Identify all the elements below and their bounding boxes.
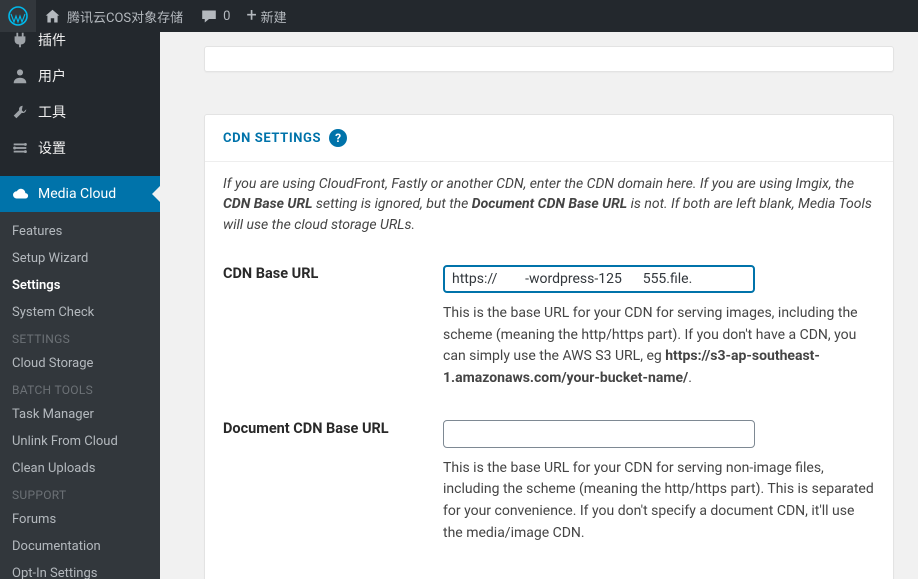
comments-count: 0	[223, 9, 230, 24]
submenu-features[interactable]: Features	[0, 218, 160, 245]
sidebar-label: Media Cloud	[38, 186, 116, 202]
tools-icon	[10, 102, 30, 122]
site-link[interactable]: 腾讯云COS对象存储	[36, 0, 191, 32]
sidebar-item-settings[interactable]: 设置	[0, 130, 160, 166]
desc-part: .	[688, 370, 692, 386]
desc-bold: Document CDN Base URL	[472, 196, 627, 212]
submenu-setup-wizard[interactable]: Setup Wizard	[0, 245, 160, 272]
cdn-base-url-row: CDN Base URL This is the base URL for yo…	[205, 239, 893, 394]
document-cdn-base-url-label: Document CDN Base URL	[223, 420, 443, 545]
admin-bar: 腾讯云COS对象存储 0 + 新建	[0, 0, 918, 32]
plugin-icon	[10, 32, 30, 50]
help-icon[interactable]: ?	[329, 129, 347, 147]
submenu-task-manager[interactable]: Task Manager	[0, 401, 160, 428]
submenu-heading-support: SUPPORT	[0, 482, 160, 506]
cdn-settings-header: CDN SETTINGS ?	[205, 115, 893, 162]
wordpress-icon	[8, 6, 28, 26]
home-icon	[44, 8, 61, 25]
desc-part: setting is ignored, but the	[312, 196, 471, 212]
submenu-heading-batch: BATCH TOOLS	[0, 377, 160, 401]
new-label: 新建	[261, 7, 287, 26]
desc-part: If you are using CloudFront, Fastly or a…	[223, 176, 854, 192]
cdn-base-url-input[interactable]	[443, 265, 755, 293]
sidebar-item-users[interactable]: 用户	[0, 58, 160, 94]
comments-link[interactable]: 0	[191, 0, 238, 32]
users-icon	[10, 66, 30, 86]
media-cloud-submenu: Features Setup Wizard Settings System Ch…	[0, 212, 160, 579]
plus-icon: +	[246, 7, 256, 25]
section-title-text: CDN SETTINGS	[223, 131, 321, 146]
cdn-settings-card: CDN SETTINGS ? If you are using CloudFro…	[204, 114, 894, 579]
submenu-optin[interactable]: Opt-In Settings	[0, 560, 160, 579]
submenu-settings[interactable]: Settings	[0, 272, 160, 299]
submenu-cloud-storage[interactable]: Cloud Storage	[0, 350, 160, 377]
submenu-unlink[interactable]: Unlink From Cloud	[0, 428, 160, 455]
submenu-forums[interactable]: Forums	[0, 506, 160, 533]
sidebar-item-plugins[interactable]: 插件	[0, 32, 160, 58]
document-cdn-description: This is the base URL for your CDN for se…	[443, 458, 875, 545]
submenu-system-check[interactable]: System Check	[0, 299, 160, 326]
desc-bold: CDN Base URL	[223, 196, 312, 212]
wp-logo[interactable]	[0, 0, 36, 32]
submenu-documentation[interactable]: Documentation	[0, 533, 160, 560]
site-title: 腾讯云COS对象存储	[67, 7, 183, 26]
submenu-clean-uploads[interactable]: Clean Uploads	[0, 455, 160, 482]
cdn-base-url-description: This is the base URL for your CDN for se…	[443, 303, 875, 390]
previous-section-card-edge	[204, 46, 894, 72]
document-cdn-base-url-row: Document CDN Base URL This is the base U…	[205, 394, 893, 549]
admin-sidebar: 插件 用户 工具 设置 Media Cloud Features Setup W…	[0, 32, 160, 579]
sidebar-label: 插件	[38, 32, 66, 50]
new-content-link[interactable]: + 新建	[238, 0, 294, 32]
cloud-icon	[10, 184, 30, 204]
submenu-heading-settings: SETTINGS	[0, 326, 160, 350]
sidebar-item-media-cloud[interactable]: Media Cloud	[0, 176, 160, 212]
settings-icon	[10, 138, 30, 158]
sidebar-item-tools[interactable]: 工具	[0, 94, 160, 130]
sidebar-label: 设置	[38, 138, 66, 158]
section-description: If you are using CloudFront, Fastly or a…	[205, 162, 893, 239]
main-content: CDN SETTINGS ? If you are using CloudFro…	[160, 32, 918, 579]
cdn-base-url-label: CDN Base URL	[223, 265, 443, 390]
sidebar-label: 工具	[38, 102, 66, 122]
comment-icon	[199, 8, 219, 25]
document-cdn-base-url-input[interactable]	[443, 420, 755, 448]
sidebar-label: 用户	[38, 66, 66, 86]
